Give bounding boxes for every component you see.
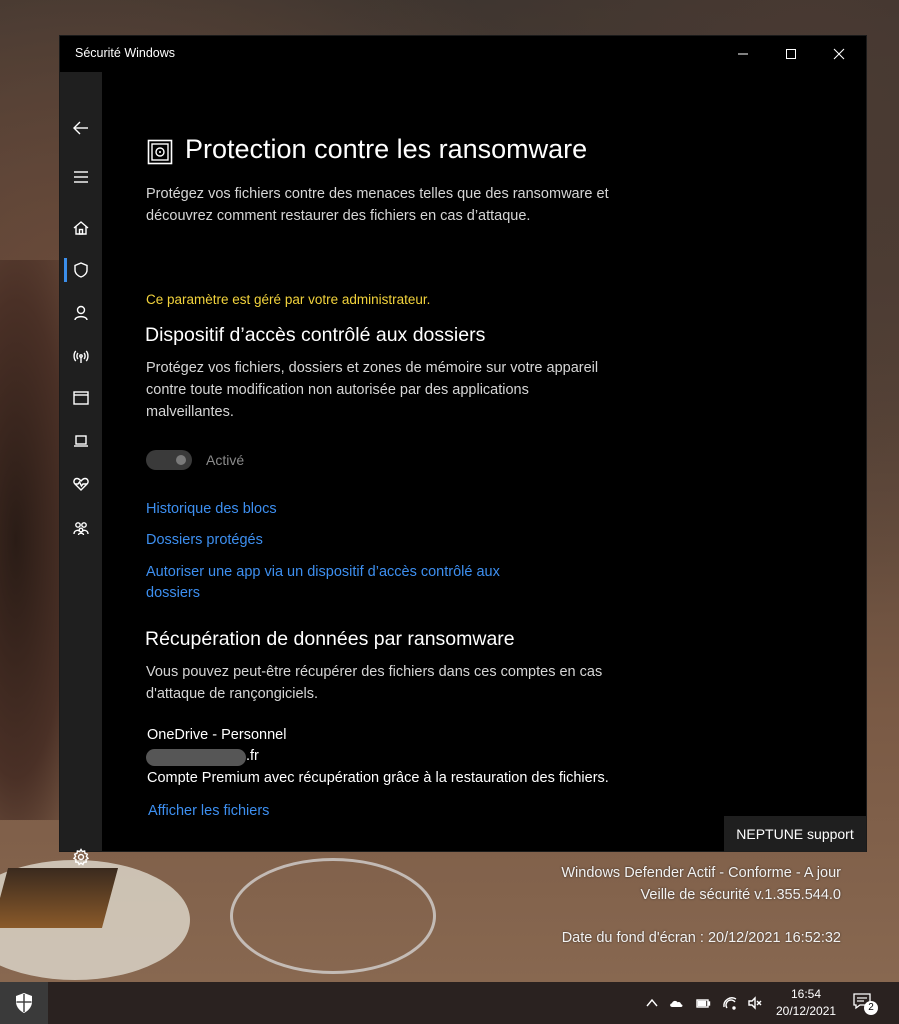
menu-button[interactable] [60, 158, 102, 196]
allow-app-link-line: dossiers [146, 585, 200, 601]
view-files-link[interactable]: Afficher les fichiers [148, 801, 269, 822]
back-button[interactable] [60, 109, 102, 147]
gear-icon [72, 848, 90, 866]
cfa-toggle-label: Activé [206, 452, 245, 468]
title-bar[interactable]: Sécurité Windows [60, 36, 866, 72]
taskbar-security-app[interactable] [0, 982, 48, 1024]
page-intro-line: découvrez comment restaurer des fichiers… [146, 208, 531, 224]
security-intelligence-version: Veille de sécurité v.1.355.544.0 [640, 887, 841, 903]
family-icon [73, 522, 89, 536]
protected-folders-link[interactable]: Dossiers protégés [146, 530, 263, 551]
network-icon [73, 350, 89, 363]
nav-family-options[interactable] [60, 509, 102, 547]
email-suffix: .fr [246, 748, 259, 764]
redacted-email [146, 749, 246, 766]
battery-icon [696, 999, 711, 1008]
home-icon [73, 221, 89, 235]
hamburger-menu-icon [74, 171, 88, 183]
wallpaper-earphones [230, 858, 436, 974]
windows-security-window: Sécurité Windows Protection contre les r… [60, 36, 866, 866]
heart-health-icon [73, 477, 89, 491]
close-icon [833, 48, 845, 60]
show-hidden-icons-button[interactable] [642, 994, 662, 1012]
nav-virus-protection[interactable] [60, 251, 102, 289]
maximize-icon [786, 49, 796, 59]
page-title: Protection contre les ransomware [185, 134, 588, 164]
onedrive-account-name: OneDrive - Personnel [147, 727, 287, 743]
page-intro: Protégez vos fichiers contre des menaces… [146, 183, 609, 227]
taskbar-clock[interactable]: 16:54 20/12/2021 [776, 986, 836, 1020]
wifi-icon [723, 997, 737, 1010]
window-title: Sécurité Windows [75, 46, 176, 60]
allow-app-link-line: Autoriser une app via un dispositif d’ac… [146, 564, 500, 580]
cfa-description: Protégez vos fichiers, dossiers et zones… [146, 357, 598, 423]
wifi-tray-icon[interactable] [720, 994, 740, 1012]
navigation-rail [60, 72, 102, 866]
wallpaper-date: Date du fond d'écran : 20/12/2021 16:52:… [561, 930, 841, 946]
app-browser-icon [73, 391, 89, 405]
toggle-knob [176, 455, 186, 465]
notification-center-button[interactable]: 2 [852, 992, 880, 1016]
nav-account-protection[interactable] [60, 294, 102, 332]
recovery-description: Vous pouvez peut-être récupérer des fich… [146, 661, 602, 705]
taskbar: 16:54 20/12/2021 2 [0, 982, 899, 1024]
admin-managed-note: Ce paramètre est géré par votre administ… [146, 292, 431, 307]
recovery-description-line: d'attaque de rançongiciels. [146, 686, 319, 702]
cfa-description-line: malveillantes. [146, 404, 234, 420]
cfa-toggle[interactable] [146, 450, 192, 470]
recovery-description-line: Vous pouvez peut-être récupérer des fich… [146, 664, 603, 680]
shield-icon [74, 262, 88, 278]
account-icon [74, 305, 88, 321]
maximize-button[interactable] [768, 36, 814, 72]
wallpaper-cake [0, 868, 119, 928]
windows-security-shield-icon [16, 993, 32, 1013]
nav-firewall-network[interactable] [60, 337, 102, 375]
minimize-button[interactable] [720, 36, 766, 72]
nav-device-security[interactable] [60, 422, 102, 460]
defender-status-text: Windows Defender Actif - Conforme - A jo… [561, 865, 841, 881]
volume-tray-icon[interactable] [745, 994, 765, 1012]
clock-time: 16:54 [790, 987, 822, 1001]
close-button[interactable] [816, 36, 862, 72]
cfa-section-title: Dispositif d’accès contrôlé aux dossiers [145, 324, 486, 346]
nav-device-performance[interactable] [60, 465, 102, 503]
clock-date: 20/12/2021 [776, 1004, 837, 1018]
back-arrow-icon [73, 121, 88, 135]
page-intro-line: Protégez vos fichiers contre des menaces… [146, 186, 609, 202]
chevron-up-icon [646, 998, 658, 1007]
ransomware-protection-page: Protection contre les ransomware Protége… [102, 72, 866, 851]
notification-count-badge: 2 [864, 1001, 878, 1015]
laptop-icon [74, 435, 88, 447]
allow-app-link[interactable]: Autoriser une app via un dispositif d’ac… [146, 562, 500, 604]
neptune-support-badge[interactable]: NEPTUNE support [724, 816, 866, 852]
onedrive-tray-icon[interactable] [666, 994, 686, 1012]
cfa-description-line: Protégez vos fichiers, dossiers et zones… [146, 360, 599, 376]
nav-app-browser-control[interactable] [60, 379, 102, 417]
cloud-icon [670, 1000, 683, 1007]
ransomware-safe-icon [147, 139, 173, 165]
cfa-description-line: contre toute modification non autorisée … [146, 382, 529, 398]
minimize-icon [738, 53, 748, 55]
recovery-section-title: Récupération de données par ransomware [145, 628, 515, 650]
onedrive-account-description: Compte Premium avec récupération grâce à… [147, 770, 609, 786]
block-history-link[interactable]: Historique des blocs [146, 499, 277, 520]
volume-muted-icon [748, 996, 762, 1010]
nav-home[interactable] [60, 209, 102, 247]
settings-button[interactable] [60, 837, 102, 877]
battery-tray-icon[interactable] [693, 994, 713, 1012]
